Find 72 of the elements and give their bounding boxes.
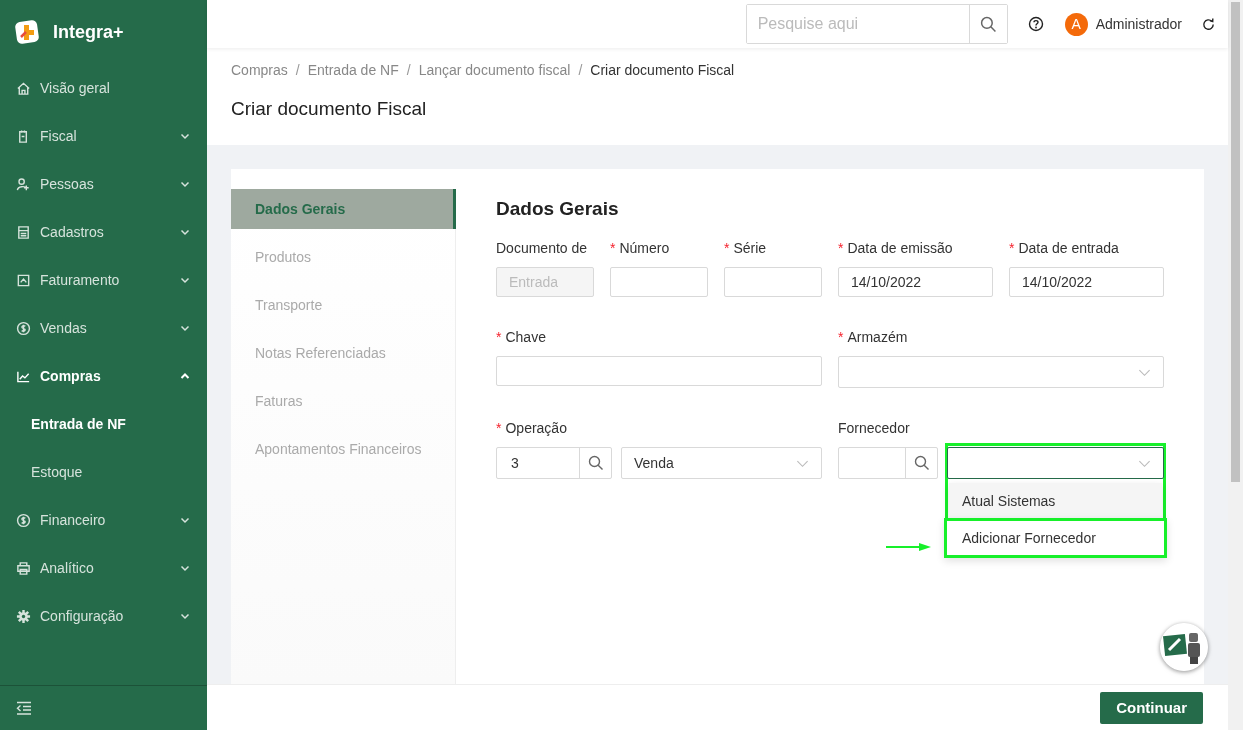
- refresh-icon[interactable]: [1201, 16, 1216, 32]
- select-field[interactable]: Venda: [621, 447, 822, 479]
- search-button[interactable]: [968, 5, 1007, 43]
- logo-icon: [15, 19, 41, 45]
- dollar-icon: [16, 512, 31, 528]
- list-icon: [16, 224, 31, 240]
- required-mark: *: [838, 329, 844, 345]
- breadcrumb-separator: /: [295, 62, 300, 78]
- field-label: * Armazém: [838, 328, 909, 347]
- field-label: Documento de: [496, 239, 589, 258]
- breadcrumb-separator: /: [406, 62, 411, 78]
- field-label: * Operação: [496, 419, 568, 438]
- collapse-menu-icon[interactable]: [16, 700, 32, 716]
- help-icon[interactable]: [1027, 16, 1044, 32]
- lookup-field[interactable]: 3: [496, 447, 612, 479]
- sidebar-item[interactable]: Fiscal: [0, 112, 207, 160]
- app-name: Integra+: [53, 21, 124, 43]
- text-field[interactable]: [724, 267, 822, 297]
- select-field[interactable]: [947, 447, 1164, 479]
- field-label: * Série: [724, 239, 768, 258]
- required-mark: *: [724, 240, 730, 256]
- breadcrumb-link[interactable]: Compras: [231, 62, 288, 78]
- scrollbar[interactable]: [1228, 0, 1243, 730]
- arrow-icon: [886, 542, 931, 552]
- breadcrumb-link[interactable]: Lançar documento fiscal: [418, 62, 571, 78]
- sidebar-item[interactable]: Financeiro: [0, 496, 207, 544]
- sidebar-item[interactable]: Vendas: [0, 304, 207, 352]
- field-label: Fornecedor: [838, 419, 911, 438]
- required-mark: *: [838, 240, 844, 256]
- sidebar-item[interactable]: Cadastros: [0, 208, 207, 256]
- sidebar-item[interactable]: Configuração: [0, 592, 207, 640]
- field-label: * Data de emissão: [838, 239, 954, 258]
- section-title: Dados Gerais: [496, 198, 620, 220]
- chart-box-icon: [16, 272, 31, 288]
- field-label: * Data de entrada: [1009, 239, 1120, 258]
- dollar-icon: [16, 320, 31, 336]
- breadcrumb-separator: /: [578, 62, 583, 78]
- search-icon: [587, 455, 604, 471]
- breadcrumb-link[interactable]: Entrada de NF: [307, 62, 399, 78]
- continue-button[interactable]: Continuar: [1100, 691, 1203, 724]
- people-icon: [16, 176, 31, 192]
- field-label: * Número: [610, 239, 671, 258]
- sidebar-subitem[interactable]: Entrada de NF: [0, 400, 207, 448]
- required-mark: *: [496, 329, 502, 345]
- step-tab[interactable]: Dados Gerais: [231, 189, 456, 229]
- sidebar-item[interactable]: Compras: [0, 352, 207, 400]
- dropdown-option[interactable]: Atual Sistemas: [949, 483, 1162, 518]
- sidebar-item[interactable]: Faturamento: [0, 256, 207, 304]
- search-icon: [979, 15, 997, 33]
- text-field[interactable]: [496, 356, 822, 386]
- user-avatar[interactable]: A: [1064, 12, 1088, 36]
- sidebar-item[interactable]: Analítico: [0, 544, 207, 592]
- text-field[interactable]: [610, 267, 708, 297]
- sidebar-item[interactable]: Visão geral: [0, 64, 207, 112]
- sidebar-item[interactable]: Pessoas: [0, 160, 207, 208]
- gear-icon: [16, 608, 31, 624]
- sidebar-subitem[interactable]: Estoque: [0, 448, 207, 496]
- user-name[interactable]: Administrador: [1095, 16, 1182, 32]
- dropdown-option[interactable]: Adicionar Fornecedor: [944, 518, 1167, 558]
- printer-icon: [16, 560, 31, 576]
- search-icon: [913, 455, 930, 471]
- required-mark: *: [610, 240, 616, 256]
- field-label: * Chave: [496, 328, 547, 347]
- required-mark: *: [1009, 240, 1015, 256]
- home-icon: [16, 80, 31, 96]
- text-field[interactable]: 14/10/2022: [838, 267, 993, 297]
- page-title: Criar documento Fiscal: [231, 98, 428, 120]
- search-field[interactable]: Pesquise aqui: [745, 4, 1008, 44]
- required-mark: *: [496, 420, 502, 436]
- breadcrumb-current: Criar documento Fiscal: [590, 62, 735, 78]
- lookup-field[interactable]: [838, 447, 938, 479]
- text-field[interactable]: 14/10/2022: [1009, 267, 1164, 297]
